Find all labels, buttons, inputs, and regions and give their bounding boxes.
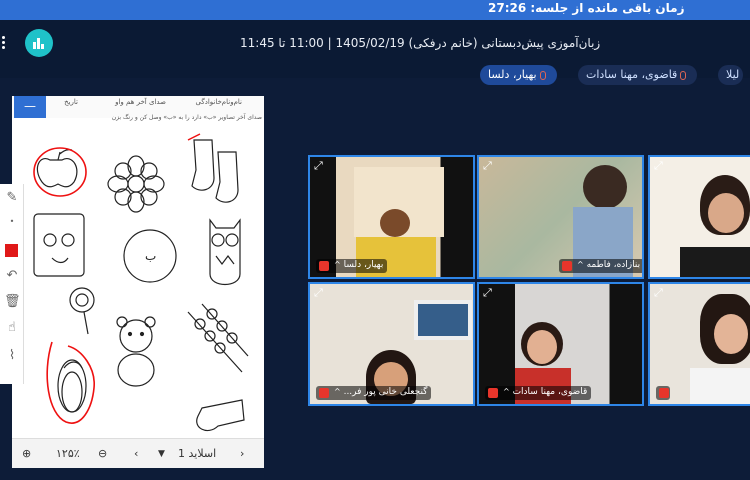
expand-icon[interactable]: ⤢ <box>314 287 326 299</box>
session-timer-banner: زمان باقی مانده از جلسه: 27:26 <box>0 0 750 20</box>
class-title: زبان‌آموزی پیش‌دبستانی (خانم درفکی) 1405… <box>240 36 601 50</box>
participant-chip-1[interactable]: قاضوی، مهنا سادات <box>578 65 698 85</box>
video-tile[interactable]: ⤢ بهیار، دلسا ^ <box>308 155 475 279</box>
mic-icon <box>539 70 546 80</box>
red-mark <box>187 133 201 141</box>
mic-muted-icon <box>659 388 669 398</box>
socks-drawing <box>191 139 239 203</box>
dot-icon[interactable]: • <box>4 214 20 230</box>
participant-name: قاضوی، مهنا سادات ^ <box>485 386 592 400</box>
more-menu-icon[interactable] <box>2 36 6 52</box>
zoom-in-icon[interactable]: ⊕ <box>22 447 31 460</box>
video-tile[interactable]: ⤢ قاضوی، مهنا سادات ^ <box>477 282 644 406</box>
zoom-out-icon[interactable]: ⊖ <box>98 447 107 460</box>
slide-label: اسلاید 1 <box>178 447 217 460</box>
participant-chip-0[interactable]: بهیار، دلسا <box>480 65 557 85</box>
participant-name <box>656 386 670 400</box>
whiteboard-footer: ⊕ ۱۲۵٪ ⊖ ‹ ▼ اسلاید 1 › <box>12 438 264 468</box>
kebab-drawing <box>187 303 249 373</box>
participant-name: بهیار، دلسا ^ <box>316 259 388 273</box>
undo-icon[interactable]: ↶ <box>4 268 20 284</box>
center-letter: ب <box>145 249 156 263</box>
trash-icon[interactable]: 🗑 <box>4 294 21 310</box>
expand-icon[interactable]: ⤢ <box>483 287 495 299</box>
expand-icon[interactable]: ⤢ <box>654 287 666 299</box>
video-tile[interactable]: ⤢ <box>648 282 750 406</box>
participant-name: گنجعلی خانی پور فر... ^ <box>316 386 432 400</box>
owl-drawing <box>209 218 241 286</box>
red-circle-rope <box>46 341 95 424</box>
expand-icon[interactable]: ⤢ <box>654 160 666 172</box>
collapse-panel-button[interactable]: — <box>14 96 46 118</box>
drawing-toolbar: ✎ • ↶ 🗑 ☝ ⌇ <box>0 184 24 384</box>
whistle-drawing <box>196 399 245 431</box>
next-slide-icon[interactable]: › <box>240 447 244 460</box>
mic-muted-icon <box>319 388 329 398</box>
video-tile[interactable]: ⤢ بنازاده، فاطمه ^ <box>477 155 644 279</box>
mic-muted-icon <box>680 70 687 80</box>
red-circle-apple <box>33 147 87 197</box>
video-tile[interactable]: ⤢ <box>648 155 750 279</box>
expand-icon[interactable]: ⤢ <box>314 160 326 172</box>
prev-slide-icon[interactable]: ‹ <box>134 447 138 460</box>
mic-muted-icon <box>562 261 572 271</box>
mic-muted-icon <box>319 261 329 271</box>
rope-drawing <box>57 359 87 413</box>
color-picker-red[interactable] <box>5 244 18 257</box>
book-drawing <box>33 213 85 277</box>
zoom-level: ۱۲۵٪ <box>56 447 80 460</box>
flower-drawing <box>107 155 165 213</box>
mic-muted-icon <box>488 388 498 398</box>
apple-drawing <box>36 149 78 188</box>
expand-icon[interactable]: ⤢ <box>483 160 495 172</box>
stats-button[interactable] <box>25 29 53 57</box>
slide-dropdown-icon[interactable]: ▼ <box>158 449 165 459</box>
chart-icon[interactable]: ⌇ <box>4 348 20 364</box>
whiteboard[interactable]: نام‌ونام‌خانوادگی صدای آخر هم واو تاریخ … <box>0 96 264 468</box>
participant-chip-2[interactable]: لیلا <box>718 65 744 85</box>
session-timer-text: زمان باقی مانده از جلسه: 27:26 <box>488 1 685 15</box>
worksheet-drawing[interactable]: ب <box>12 124 264 466</box>
worksheet-instructions: صدای آخر تصاویر «ب» دارد را به «ب» وصل ک… <box>111 114 262 121</box>
lollipop-drawing <box>69 287 95 335</box>
participant-name: بنازاده، فاطمه ^ <box>559 259 642 273</box>
hand-icon[interactable]: ☝ <box>4 320 20 336</box>
pencil-icon[interactable]: ✎ <box>4 190 20 206</box>
bear-drawing <box>116 316 156 387</box>
video-tile[interactable]: ⤢ گنجعلی خانی پور فر... ^ <box>308 282 475 406</box>
